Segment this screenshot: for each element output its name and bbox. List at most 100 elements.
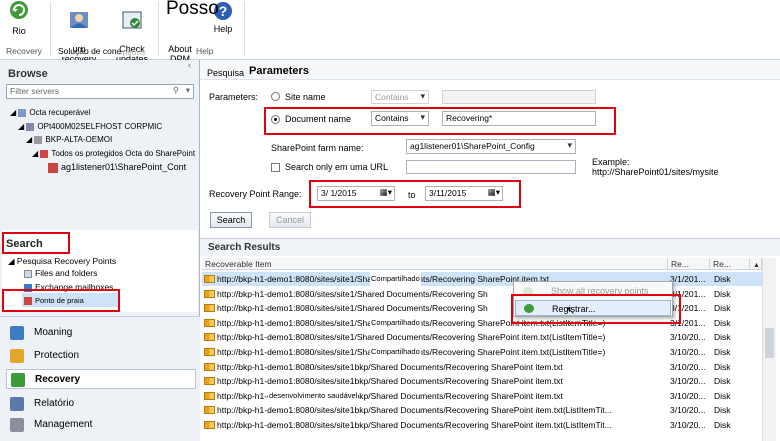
- results-header: [200, 238, 780, 256]
- table-row[interactable]: http://bkp-h1-demo1:8080/sites/site1bkp/…: [202, 360, 762, 374]
- column-recovery-date[interactable]: Re...: [668, 258, 710, 270]
- recoverable-item-text: http://bkp-h1-demo1:8080/sites/site1bkp/…: [217, 361, 563, 372]
- recovery-date-cell: 3/10/20...: [670, 347, 706, 357]
- location-cell: Disk: [714, 347, 731, 357]
- management-icon: [10, 418, 24, 432]
- folder-icon: [204, 275, 215, 283]
- search-url-input[interactable]: [406, 160, 576, 174]
- site-name-label: Site name: [285, 92, 326, 102]
- farm-name-select[interactable]: ag1listener01\SharePoint_Config: [406, 139, 576, 154]
- location-cell: Disk: [714, 332, 731, 343]
- scrollbar-thumb[interactable]: [765, 328, 774, 358]
- nav-monitoring[interactable]: Moaning: [6, 323, 196, 343]
- folder-icon: [204, 377, 215, 386]
- recoverable-item-cell: http://bkp-h1-demo1:8080/sites/site1/Sha…: [204, 345, 668, 359]
- nav-recovery[interactable]: Recovery: [6, 369, 196, 389]
- example-value: http://SharePoint01/sites/mysite: [592, 167, 719, 177]
- expand-icon: ◢: [32, 149, 39, 158]
- overlay-text: desenvolvimento saudável: [268, 388, 359, 403]
- location-cell: Disk: [714, 288, 731, 299]
- location-cell: Disk: [714, 274, 731, 284]
- ribbon-separator: [158, 2, 159, 56]
- table-row[interactable]: http://bkp-h1-demo1:8080/sites/site1/Sha…: [202, 272, 762, 286]
- posso-overlay-text: Posso: [166, 0, 219, 19]
- highlight-recover-menu: [511, 294, 681, 324]
- recover-button[interactable]: Rio: [4, 0, 34, 36]
- nav-reporting[interactable]: Relatório: [6, 394, 196, 414]
- expand-icon: ◢: [18, 122, 25, 131]
- location-cell: Disk: [714, 405, 731, 416]
- recovery-date-cell: 3/1/201...: [670, 274, 706, 284]
- folder-icon: [204, 333, 215, 342]
- location-cell: Disk: [714, 420, 731, 430]
- overlay-text: Compartilhado: [370, 345, 421, 359]
- end-user-recovery-icon: [70, 12, 88, 28]
- nav-management[interactable]: Management: [6, 415, 196, 435]
- location-cell: Disk: [714, 376, 731, 387]
- protection-icon: [10, 349, 24, 363]
- farm-name-label: SharePoint farm name:: [271, 143, 364, 153]
- recovery-date-cell: 3/10/20...: [670, 405, 706, 416]
- expand-icon: ◢: [26, 135, 33, 144]
- table-row[interactable]: http://bkp-h1-demo1:8080/sites/site1/Sha…: [202, 345, 762, 359]
- expand-icon: ◢: [10, 108, 17, 117]
- recovery-range-label: Recovery Point Range:: [209, 189, 302, 199]
- recoverable-item-text: http://bkp-h1-demo1:8080/sites/site1bkp/…: [217, 405, 612, 416]
- site-name-radio[interactable]: [271, 92, 280, 101]
- tree-item-recoverable-data[interactable]: ◢ Octa recuperável: [10, 108, 90, 117]
- table-row[interactable]: http://bkp-h1-demo1:8080/sites/site1bkp/…: [202, 374, 762, 388]
- nav-protection[interactable]: Protection: [6, 346, 196, 366]
- search-results-title: Search Results: [208, 242, 281, 253]
- search-recovery-points[interactable]: ◢ Pesquisa Recovery Points: [8, 256, 116, 267]
- monitoring-icon: [10, 326, 24, 340]
- tree-item-server[interactable]: ◢ OPt400M02SELFHOST CORPMIC: [18, 122, 162, 131]
- search-tab-label: Pesquisa: [207, 68, 245, 78]
- expand-icon: ◢: [8, 256, 15, 266]
- folder-icon: [204, 362, 215, 371]
- reporting-icon: [10, 397, 24, 411]
- recovery-icon: [11, 373, 25, 387]
- recovery-date-cell: 3/10/20...: [670, 361, 706, 372]
- table-row[interactable]: http://bkp-h1-demo1:8080/sites/site1/Sha…: [202, 330, 762, 344]
- table-row[interactable]: http://bkp-h1-demo1:8080/sites/site1bkp/…: [202, 418, 762, 432]
- folder-icon: [204, 406, 215, 415]
- highlight-sharepoint: [2, 289, 120, 312]
- filter-placeholder: Filter servers: [10, 86, 60, 96]
- collapse-chevron-icon[interactable]: ‹: [188, 60, 191, 70]
- tree-item-all-sharepoint[interactable]: ◢ Todos os protegidos Octa do SharePoint: [32, 149, 195, 158]
- example-label: Example:: [592, 157, 630, 167]
- tree-item-sharepoint-config[interactable]: ag1listener01\SharePoint_Cont: [48, 162, 186, 173]
- folder-icon: [204, 304, 215, 313]
- recovery-date-cell: 3/10/20...: [670, 376, 706, 387]
- search-url-checkbox[interactable]: [271, 163, 280, 172]
- location-cell: Disk: [714, 317, 731, 328]
- results-scrollbar[interactable]: [762, 258, 776, 441]
- site-name-operator[interactable]: Contains: [371, 90, 429, 104]
- table-row[interactable]: http://bkp-h1-demo1:8080/sites/site1bkp/…: [202, 388, 762, 403]
- site-name-value[interactable]: [442, 90, 596, 104]
- search-button[interactable]: Search: [210, 212, 252, 228]
- recoverable-item-cell: http://bkp-h1-demo1:8080/sites/site1bkp/…: [204, 418, 668, 432]
- sharepoint-icon: [40, 149, 49, 158]
- help-group-label: Help: [196, 46, 214, 56]
- tree-item-bkp[interactable]: ◢ BKP-ALTA-OEMOI: [26, 135, 112, 144]
- recovery-date-cell: 3/10/20...: [670, 420, 706, 430]
- cancel-button[interactable]: Cancel: [269, 212, 311, 228]
- recoverable-item-text: http://bkp-h1-demo1:8080/sites/site1/Sha…: [217, 303, 488, 314]
- parameters-title: Parameters: [249, 65, 309, 77]
- search-url-label: Search only em uma URL: [285, 162, 389, 172]
- search-files-and-folders[interactable]: Files and folders: [24, 268, 97, 278]
- recoverable-item-text: http://bkp-h1-demo1:8080/sites/site1bkp/…: [217, 376, 563, 387]
- parameters-label: Parameters:: [209, 92, 259, 102]
- filter-servers-input[interactable]: Filter servers ⚲ ▾: [6, 84, 194, 99]
- column-scroll-corner: ▲: [750, 258, 762, 270]
- chevron-down-icon: ▾: [185, 85, 190, 95]
- check-updates-icon: [122, 11, 142, 29]
- recovery-wizard-icon: [10, 1, 28, 19]
- data-source-icon: [18, 108, 27, 117]
- recovery-date-cell: 3/10/20...: [670, 332, 706, 343]
- column-location[interactable]: Re...: [710, 258, 750, 270]
- table-row[interactable]: http://bkp-h1-demo1:8080/sites/site1bkp/…: [202, 403, 762, 417]
- column-recoverable-item[interactable]: Recoverable Item: [202, 258, 668, 270]
- highlight-date-range: [309, 180, 521, 208]
